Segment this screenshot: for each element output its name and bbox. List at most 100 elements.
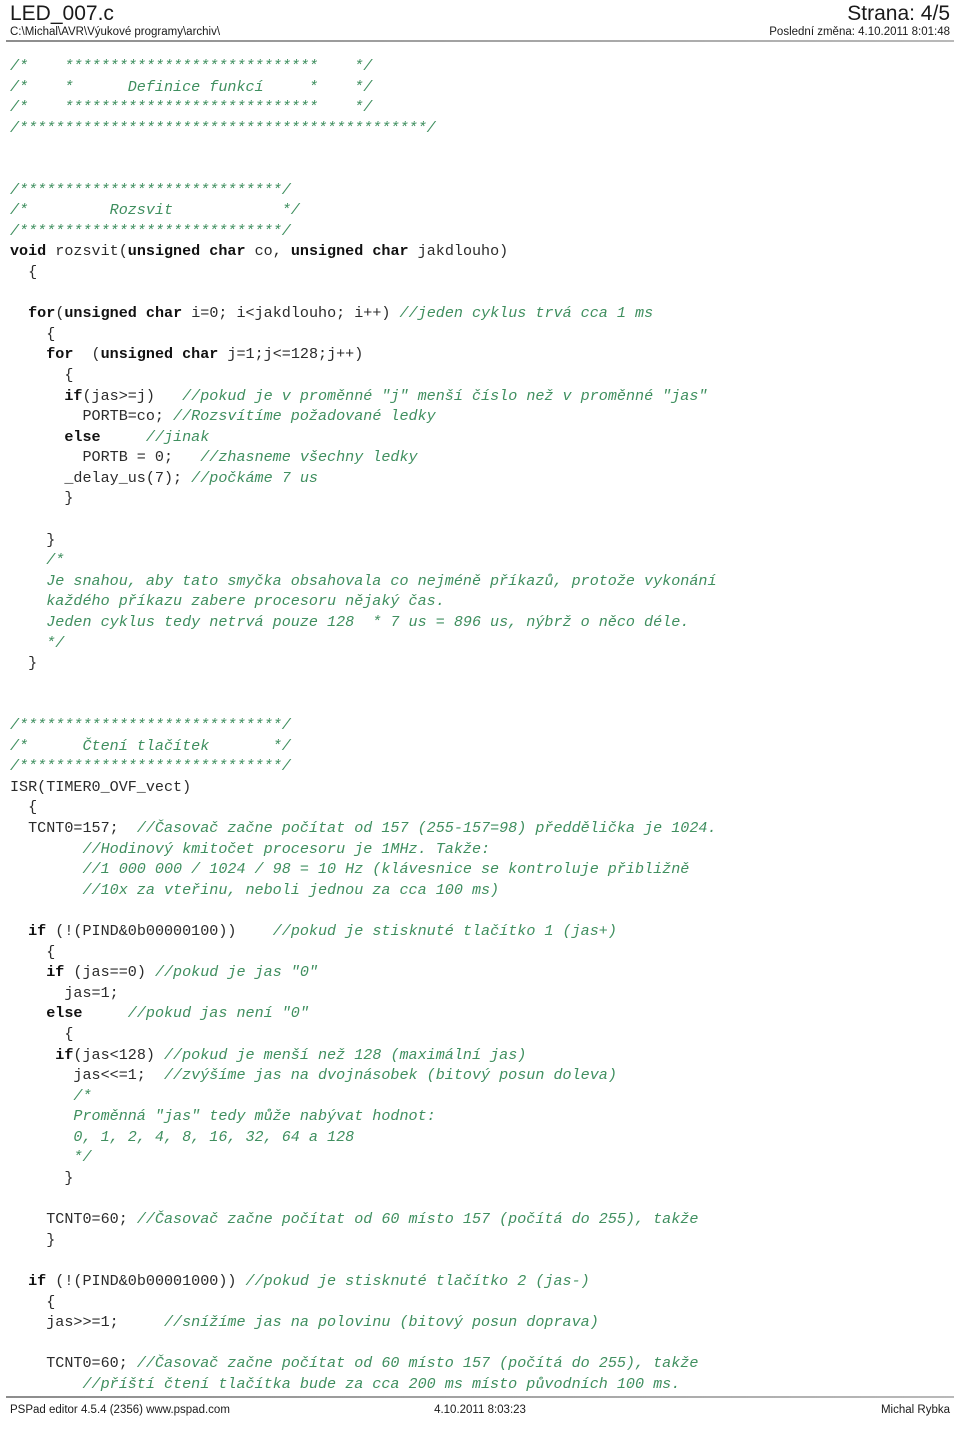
code-line: /* **************************** */ [10, 97, 954, 118]
code-token-pl: i=0; i<jakdlouho; i++) [182, 304, 400, 323]
code-line: } [10, 488, 954, 509]
code-token-pl: j=1;j<=128;j++) [218, 345, 364, 364]
document-file-path: C:\Michal\AVR\Výukové programy\archiv\ [10, 26, 221, 38]
code-line: //Hodinový kmitočet procesoru je 1MHz. T… [10, 839, 954, 860]
code-token-cmt: //pokud je stisknuté tlačítko 2 (jas-) [245, 1272, 590, 1291]
code-token-pl: rozsvit( [46, 242, 128, 261]
code-line: 0, 1, 2, 4, 8, 16, 32, 64 a 128 [10, 1127, 954, 1148]
code-token-cmt: //pokud jas není "0" [127, 1004, 309, 1023]
code-token-cmt: /* * Definice funkcí * */ [10, 77, 373, 96]
code-token-cmt: každého příkazu zabere procesoru nějaký … [10, 592, 445, 611]
code-line: každého příkazu zabere procesoru nějaký … [10, 591, 954, 612]
code-token-pl: ( [73, 345, 101, 364]
code-line: /* [10, 1086, 954, 1107]
code-token-pl: } [10, 1230, 56, 1249]
code-token-pl: { [10, 942, 56, 961]
code-line: TCNT0=157; //Časovač začne počítat od 15… [10, 818, 954, 839]
code-line: //1 000 000 / 1024 / 98 = 10 Hz (klávesn… [10, 859, 954, 880]
code-token-kw: else [46, 1004, 83, 1023]
code-line: */ [10, 633, 954, 654]
code-token-pl: co, [245, 242, 291, 261]
code-token-cmt: /* Rozsvit */ [10, 201, 300, 220]
code-line: /* [10, 550, 954, 571]
code-token-cmt: //jeden cyklus trvá cca 1 ms [399, 304, 654, 323]
code-token-kw: if [46, 963, 65, 982]
code-token-pl: jakdlouho) [408, 242, 509, 261]
code-token-kw: else [64, 427, 101, 446]
code-token-kw: void [10, 242, 47, 261]
code-line: PORTB = 0; //zhasneme všechny ledky [10, 447, 954, 468]
code-token-cmt: //snížíme jas na polovinu (bitový posun … [163, 1313, 599, 1332]
code-token-pl: { [10, 798, 38, 817]
source-code-listing: /* **************************** */ /* * D… [10, 56, 954, 1395]
code-token-kw: unsigned char [100, 345, 219, 364]
code-token-pl: _delay_us(7); [10, 468, 192, 487]
code-token-cmt: /***************************************… [10, 118, 436, 137]
code-line: jas=1; [10, 983, 954, 1004]
footer-print-timestamp: 4.10.2011 8:03:23 [434, 1404, 526, 1416]
code-line: { [10, 324, 954, 345]
code-token-kw: unsigned char [127, 242, 246, 261]
code-token-cmt: //počkáme 7 us [191, 468, 318, 487]
code-line: { [10, 365, 954, 386]
code-line: { [10, 1292, 954, 1313]
code-token-cmt: //pokud je jas "0" [154, 963, 318, 982]
code-token-pl: PORTB = 0; [10, 448, 201, 467]
code-line: */ [10, 1147, 954, 1168]
code-token-cmt: //příští čtení tlačítka bude za cca 200 … [10, 1375, 681, 1393]
code-token-kw: if [64, 386, 83, 405]
code-line: for(unsigned char i=0; i<jakdlouho; i++)… [10, 303, 954, 324]
code-token-cmt: */ [10, 633, 65, 652]
code-line: Je snahou, aby tato smyčka obsahovala co… [10, 571, 954, 592]
code-line: /*****************************/ [10, 221, 954, 242]
code-token-cmt: //jinak [145, 427, 210, 446]
code-token-pl: { [10, 262, 38, 281]
code-line: /*****************************/ [10, 756, 954, 777]
code-token-cmt: /* [10, 1086, 92, 1105]
code-token-pl: (jas==0) [64, 963, 155, 982]
code-line: if (jas==0) //pokud je jas "0" [10, 962, 954, 983]
code-token-kw: for [28, 304, 56, 323]
code-line: TCNT0=60; //Časovač začne počítat od 60 … [10, 1209, 954, 1230]
code-token-kw: if [55, 1045, 74, 1064]
code-line: /* Čtení tlačítek */ [10, 736, 954, 757]
code-token-cmt: //Časovač začne počítat od 157 (255-157=… [136, 818, 717, 837]
code-token-cmt: //1 000 000 / 1024 / 98 = 10 Hz (klávesn… [10, 860, 690, 879]
code-token-cmt: //Rozsvítíme požadované ledky [173, 407, 436, 426]
code-token-pl: } [10, 654, 38, 673]
code-token-pl: jas=1; [10, 983, 119, 1002]
footer-author-label: Michal Rybka [880, 1404, 950, 1416]
code-token-cmt: 0, 1, 2, 4, 8, 16, 32, 64 a 128 [10, 1127, 355, 1146]
code-line: Jeden cyklus tedy netrvá pouze 128 * 7 u… [10, 612, 954, 633]
last-modified-label: Poslední změna: 4.10.2011 8:01:48 [769, 26, 950, 38]
code-token-pl: TCNT0=157; [10, 818, 137, 837]
code-token-pl: TCNT0=60; [10, 1354, 137, 1373]
code-token-pl: (jas<128) [73, 1045, 164, 1064]
code-line: for (unsigned char j=1;j<=128;j++) [10, 344, 954, 365]
code-token-pl: { [10, 1024, 74, 1043]
code-token-cmt: /*****************************/ [10, 757, 291, 776]
code-line: /* * Definice funkcí * */ [10, 77, 954, 98]
code-line: /***************************************… [10, 118, 954, 139]
code-line: if(jas>=j) //pokud je v proměnné "j" men… [10, 386, 954, 407]
code-line: /*****************************/ [10, 715, 954, 736]
code-line: Proměnná "jas" tedy může nabývat hodnot: [10, 1106, 954, 1127]
code-token-cmt: /*****************************/ [10, 180, 291, 199]
code-line: else //pokud jas není "0" [10, 1003, 954, 1024]
code-line: } [10, 530, 954, 551]
code-token-cmt: //Časovač začne počítat od 60 místo 157 … [136, 1354, 699, 1373]
code-token-pl: } [10, 530, 56, 549]
